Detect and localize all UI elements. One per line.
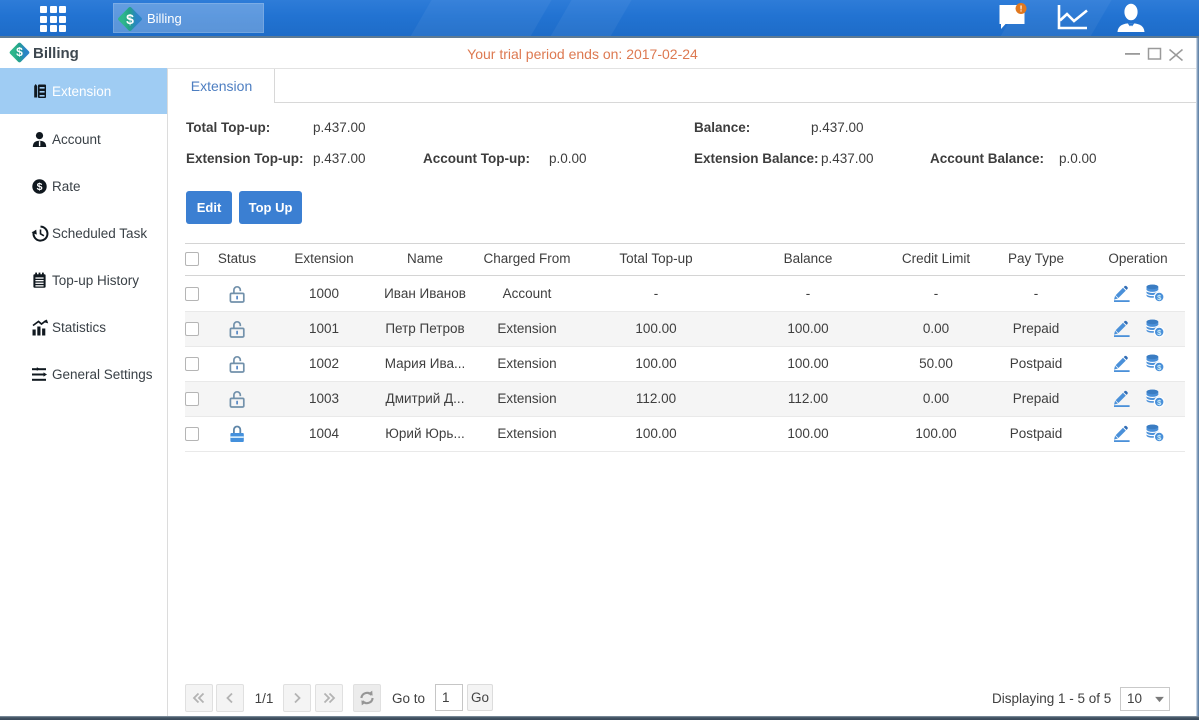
svg-text:!: ! (1020, 4, 1023, 14)
svg-text:$: $ (37, 181, 43, 193)
